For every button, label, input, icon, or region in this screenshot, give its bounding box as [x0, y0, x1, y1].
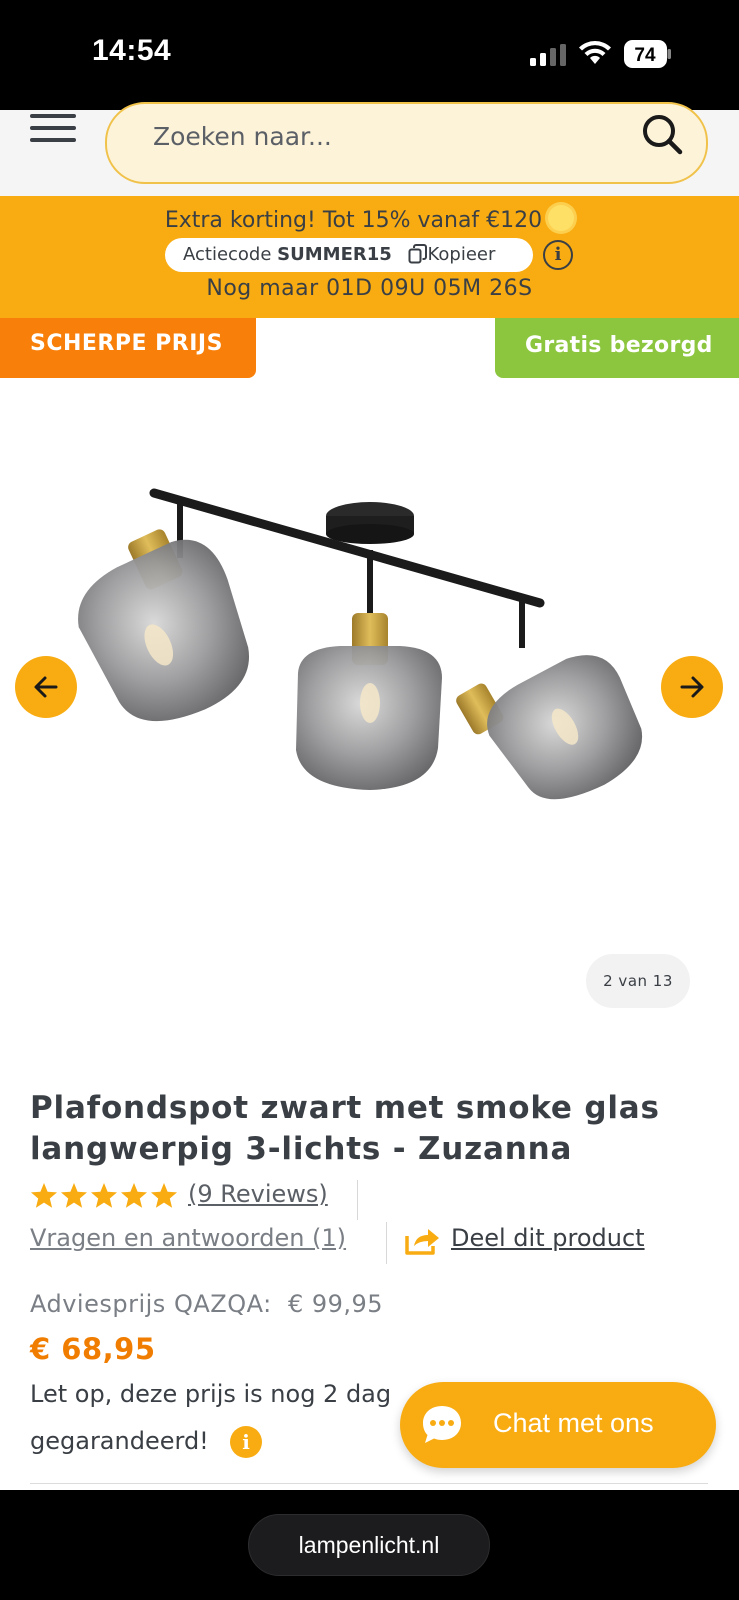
star-rating-icon: [31, 1183, 177, 1208]
next-image-button[interactable]: [661, 656, 723, 718]
price-guarantee-note: Let op, deze prijs is nog 2 dag: [30, 1380, 392, 1408]
info-icon[interactable]: i: [230, 1426, 262, 1458]
site-header: Zoeken naar...: [0, 102, 739, 196]
qa-link[interactable]: Vragen en antwoorden (1): [30, 1224, 346, 1252]
product-price: € 68,95: [30, 1332, 156, 1366]
product-image[interactable]: [40, 488, 660, 818]
advice-price: Adviesprijs QAZQA: € 99,95: [30, 1290, 383, 1318]
advice-price-value: € 99,95: [287, 1290, 384, 1318]
status-time: 14:54: [92, 34, 172, 67]
wifi-icon: [579, 41, 611, 64]
arrow-left-icon: [34, 676, 58, 698]
promo-code-label: Actiecode: [183, 244, 272, 265]
chat-label: Chat met ons: [493, 1408, 654, 1438]
product-title-line1: Plafondspot zwart met smoke glas: [30, 1090, 660, 1126]
chat-button[interactable]: Chat met ons: [400, 1382, 716, 1468]
reviews-link[interactable]: (9 Reviews): [188, 1180, 328, 1208]
divider: [357, 1180, 358, 1220]
promo-headline-text: Extra korting! Tot 15% vanaf €120: [164, 208, 543, 233]
promo-code-pill[interactable]: Actiecode SUMMER15 Kopieer: [165, 238, 533, 272]
copy-button[interactable]: Kopieer: [428, 244, 496, 265]
advice-price-label: Adviesprijs QAZQA:: [30, 1290, 272, 1318]
search-input[interactable]: Zoeken naar...: [105, 102, 708, 184]
product-title: Plafondspot zwart met smoke glas langwer…: [30, 1088, 710, 1170]
divider: [386, 1222, 387, 1264]
product-title-line2: langwerpig 3-lichts - Zuzanna: [30, 1131, 573, 1167]
arrow-right-icon: [680, 676, 704, 698]
cellular-signal-icon: [530, 44, 566, 66]
sun-icon: [548, 205, 575, 231]
promo-code: SUMMER15: [277, 244, 392, 265]
image-counter: 2 van 13: [586, 954, 690, 1008]
promo-banner: Extra korting! Tot 15% vanaf €120 Actiec…: [0, 196, 739, 318]
share-icon[interactable]: [404, 1226, 442, 1256]
product-gallery[interactable]: 2 van 13: [0, 378, 739, 1028]
browser-bottom-bar: lampenlicht.nl: [0, 1490, 739, 1600]
copy-icon[interactable]: [408, 244, 428, 264]
share-product-link[interactable]: Deel dit product: [451, 1224, 645, 1252]
address-bar[interactable]: lampenlicht.nl: [248, 1514, 490, 1576]
section-divider: [30, 1483, 708, 1484]
chat-bubble-icon: [423, 1406, 461, 1443]
battery-icon: 74: [624, 40, 671, 68]
search-icon[interactable]: [638, 110, 686, 158]
price-guarantee-note-cont: gegarandeerd!: [30, 1427, 209, 1455]
info-icon[interactable]: i: [543, 240, 573, 270]
battery-level: 74: [634, 45, 656, 66]
hamburger-menu-icon[interactable]: [30, 110, 76, 146]
promo-headline: Extra korting! Tot 15% vanaf €120: [0, 205, 739, 233]
status-bar: 14:54 74: [0, 0, 739, 110]
promo-countdown: Nog maar 01D 09U 05M 26S: [206, 276, 533, 301]
search-placeholder: Zoeken naar...: [153, 122, 332, 151]
free-delivery-badge: Gratis bezorgd: [495, 318, 739, 378]
previous-image-button[interactable]: [15, 656, 77, 718]
sharp-price-badge: SCHERPE PRIJS: [0, 318, 256, 378]
